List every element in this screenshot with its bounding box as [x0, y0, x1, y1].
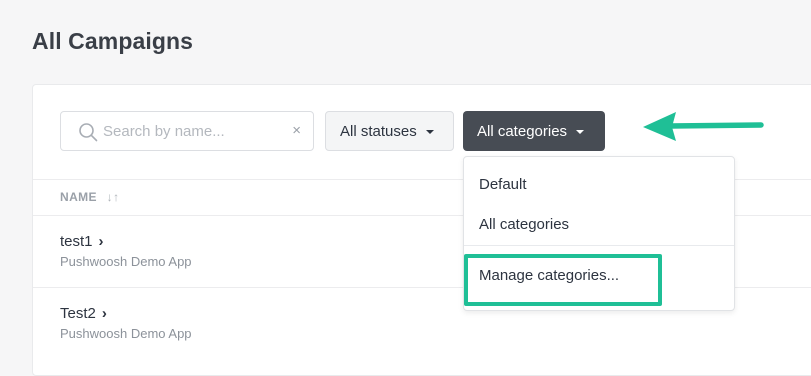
- sort-icon[interactable]: ↓↑: [107, 190, 120, 204]
- chevron-right-icon: ›: [101, 305, 107, 322]
- search-icon: [79, 123, 98, 142]
- category-dropdown-menu: Default All categories Manage categories…: [463, 156, 735, 311]
- chevron-right-icon: ›: [98, 233, 104, 250]
- campaign-title[interactable]: test1 ›: [60, 233, 192, 250]
- campaign-name[interactable]: Test2: [60, 305, 96, 322]
- campaign-app-name: Pushwoosh Demo App: [60, 254, 192, 269]
- table-row[interactable]: test1 › Pushwoosh Demo App: [60, 233, 192, 269]
- table-row[interactable]: Test2 › Pushwoosh Demo App: [60, 305, 192, 341]
- campaign-name[interactable]: test1: [60, 233, 93, 250]
- dropdown-item-manage-categories[interactable]: Manage categories...: [479, 267, 619, 284]
- name-column-label: NAME: [60, 190, 97, 204]
- category-filter-button[interactable]: All categories: [463, 111, 605, 151]
- category-filter-label: All categories: [477, 122, 568, 140]
- caret-down-icon: [576, 130, 585, 134]
- status-filter-label: All statuses: [340, 122, 417, 140]
- dropdown-item-default[interactable]: Default: [479, 176, 527, 193]
- dropdown-divider: [464, 245, 734, 246]
- status-filter-button[interactable]: All statuses: [325, 111, 454, 151]
- campaign-title[interactable]: Test2 ›: [60, 305, 192, 322]
- search-input[interactable]: [103, 112, 281, 150]
- caret-down-icon: [425, 130, 434, 134]
- page-title: All Campaigns: [32, 28, 194, 54]
- dropdown-item-all-categories[interactable]: All categories: [479, 216, 569, 233]
- name-column-header[interactable]: NAME ↓↑: [60, 190, 119, 204]
- clear-icon[interactable]: ×: [292, 122, 301, 140]
- arrow-left-icon: [643, 112, 764, 141]
- campaign-app-name: Pushwoosh Demo App: [60, 326, 192, 341]
- search-box[interactable]: ×: [60, 111, 314, 151]
